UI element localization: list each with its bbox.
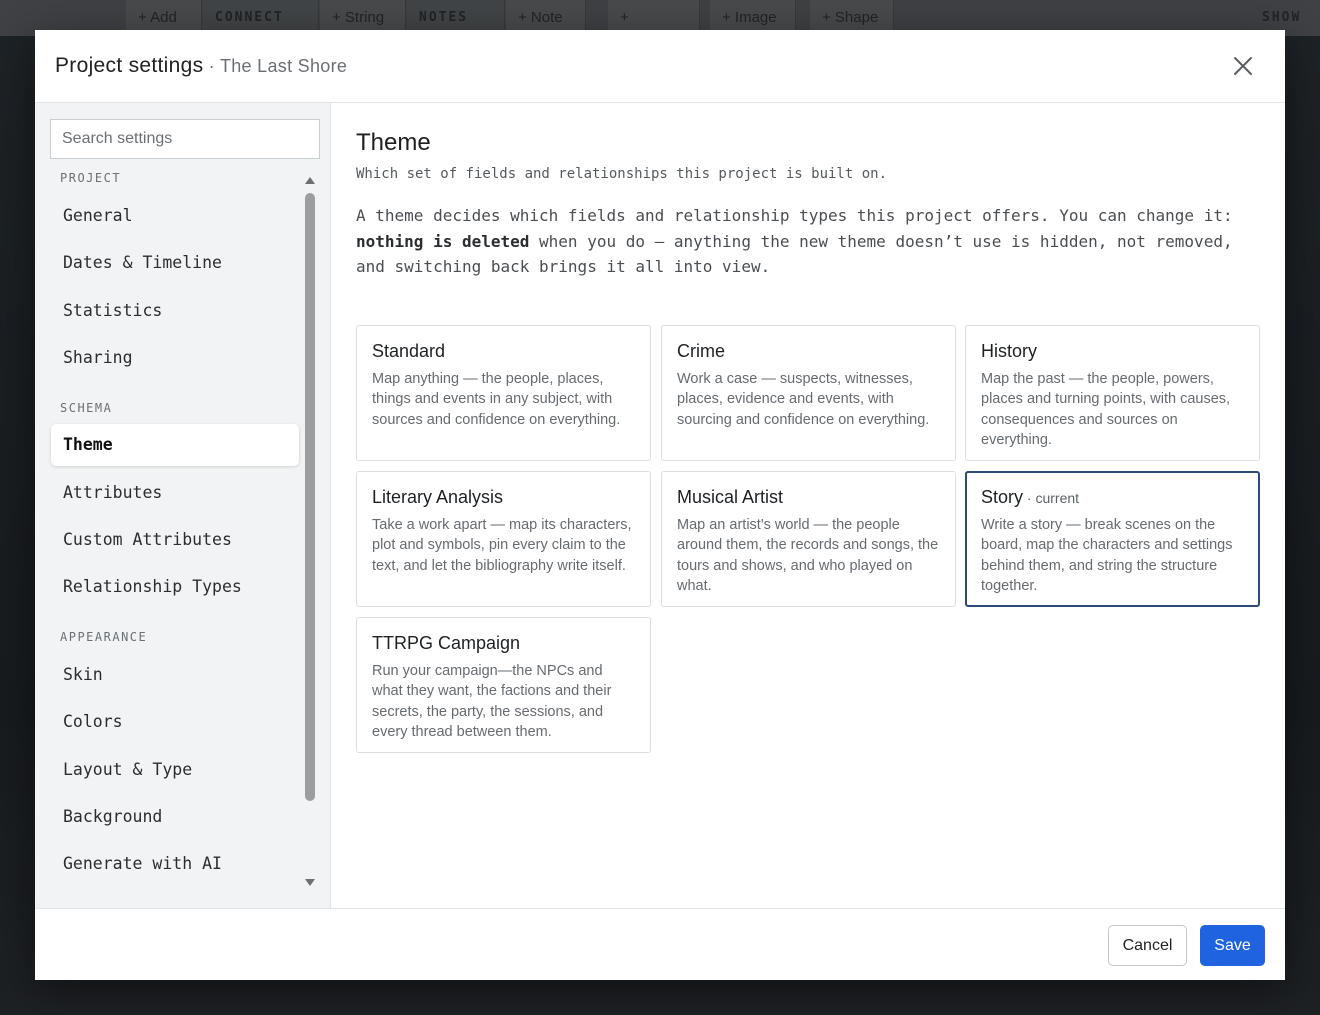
theme-name: Literary Analysis (372, 487, 504, 507)
close-icon (1234, 57, 1252, 75)
cancel-button[interactable]: Cancel (1108, 925, 1187, 966)
sidebar-scrollbar[interactable] (303, 173, 317, 893)
scroll-down-arrow-icon[interactable] (305, 879, 315, 886)
section-label-schema: SCHEMA (60, 401, 113, 415)
nav-item-dates-timeline[interactable]: Dates & Timeline (51, 242, 299, 284)
theme-description: Map the past — the people, powers, place… (981, 371, 1231, 448)
page-title: Theme (356, 129, 431, 156)
nav-item-general[interactable]: General (51, 195, 299, 237)
nav-item-theme[interactable]: Theme (51, 424, 299, 466)
theme-name: History (981, 341, 1038, 361)
dialog-footer: Cancel Save (35, 908, 1285, 980)
settings-content: Theme Which set of fields and relationsh… (331, 103, 1285, 908)
dialog-project-name: · The Last Shore (203, 56, 348, 76)
search-settings-input[interactable] (50, 119, 320, 159)
nav-item-statistics[interactable]: Statistics (51, 290, 299, 332)
theme-card-literary-analysis[interactable]: Literary Analysis Take a work apart — ma… (356, 471, 651, 607)
project-settings-dialog: Project settings · The Last Shore PROJEC… (35, 30, 1285, 980)
nav-item-layout-type[interactable]: Layout & Type (51, 749, 299, 791)
nav-item-attributes[interactable]: Attributes (51, 472, 299, 514)
scrollbar-thumb[interactable] (305, 193, 315, 801)
theme-name: Crime (677, 341, 725, 361)
section-label-project: PROJECT (60, 171, 122, 185)
theme-card-musical-artist[interactable]: Musical Artist Map an artist's world — t… (661, 471, 956, 607)
save-button[interactable]: Save (1200, 925, 1265, 966)
intro-text-emphasis: nothing is deleted (356, 231, 530, 251)
theme-name: TTRPG Campaign (372, 633, 521, 653)
nav-item-background[interactable]: Background (51, 796, 299, 838)
theme-description: Write a story — break scenes on the boar… (981, 517, 1233, 594)
theme-description: Map an artist's world — the people aroun… (677, 517, 939, 594)
nav-item-relationship-types[interactable]: Relationship Types (51, 566, 299, 608)
nav-item-sharing[interactable]: Sharing (51, 337, 299, 379)
page-subtitle: Which set of fields and relationships th… (356, 166, 888, 182)
nav-item-colors[interactable]: Colors (51, 701, 299, 743)
theme-name: Story · current (981, 487, 1244, 508)
close-button[interactable] (1228, 51, 1258, 81)
theme-card-standard[interactable]: Standard Map anything — the people, plac… (356, 325, 651, 461)
theme-description: Take a work apart — map its characters, … (372, 517, 632, 574)
theme-card-story[interactable]: Story · current Write a story — break sc… (965, 471, 1260, 607)
intro-text-start: A theme decides which fields and relatio… (356, 206, 1233, 225)
scroll-up-arrow-icon[interactable] (305, 177, 315, 184)
theme-name: Standard (372, 341, 446, 361)
section-label-appearance: APPEARANCE (60, 630, 148, 644)
dialog-title: Project settings · The Last Shore (55, 54, 347, 78)
theme-card-crime[interactable]: Crime Work a case — suspects, witnesses,… (661, 325, 956, 461)
theme-card-history[interactable]: History Map the past — the people, power… (965, 325, 1260, 461)
theme-intro-text: A theme decides which fields and relatio… (356, 203, 1256, 280)
theme-description: Run your campaign—the NPCs and what they… (372, 663, 612, 740)
dialog-title-text: Project settings (55, 54, 204, 77)
dialog-header: Project settings · The Last Shore (35, 30, 1285, 103)
nav-item-skin[interactable]: Skin (51, 654, 299, 696)
nav-item-generate-with-ai[interactable]: Generate with AI (51, 843, 299, 885)
settings-sidebar: PROJECT General Dates & Timeline Statist… (35, 103, 331, 908)
current-theme-badge: · current (1023, 490, 1080, 506)
theme-card-ttrpg-campaign[interactable]: TTRPG Campaign Run your campaign—the NPC… (356, 617, 651, 753)
theme-description: Work a case — suspects, witnesses, place… (677, 371, 930, 428)
theme-description: Map anything — the people, places, thing… (372, 371, 621, 428)
nav-item-custom-attributes[interactable]: Custom Attributes (51, 519, 299, 561)
theme-name-text: Story (981, 487, 1024, 507)
theme-name: Musical Artist (677, 487, 784, 507)
